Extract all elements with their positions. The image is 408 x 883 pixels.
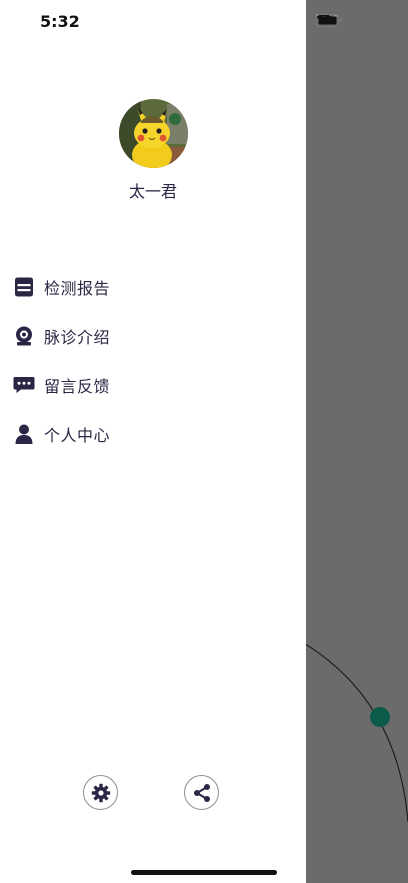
arc-dot xyxy=(370,707,390,727)
menu-item-label: 留言反馈 xyxy=(44,376,111,396)
home-indicator[interactable] xyxy=(131,870,277,875)
drawer-menu: 检测报告 脉诊介绍 留言反馈 个人中心 xyxy=(13,272,110,468)
menu-item-label: 脉诊介绍 xyxy=(44,327,111,347)
settings-icon xyxy=(91,783,110,802)
share-icon xyxy=(193,783,210,802)
menu-item-label: 个人中心 xyxy=(44,425,111,445)
background-arc-graphic xyxy=(306,643,408,823)
status-bar-right xyxy=(316,14,342,27)
username: 太一君 xyxy=(128,182,177,201)
side-drawer: 5:32 太一君 检测报告 脉诊介绍 留言反馈 个人中心 xyxy=(0,0,306,883)
avatar[interactable] xyxy=(119,99,188,168)
drawer-backdrop[interactable] xyxy=(306,0,408,883)
status-time: 5:32 xyxy=(40,12,80,31)
menu-item-profile[interactable]: 个人中心 xyxy=(13,419,110,448)
app-screen: 5:32 太一君 检测报告 脉诊介绍 留言反馈 个人中心 xyxy=(0,0,408,883)
user-icon xyxy=(13,423,35,445)
menu-item-pulse-intro[interactable]: 脉诊介绍 xyxy=(13,321,110,350)
settings-button[interactable] xyxy=(83,775,118,810)
menu-item-label: 检测报告 xyxy=(44,278,111,298)
message-icon xyxy=(13,374,35,396)
menu-item-feedback[interactable]: 留言反馈 xyxy=(13,370,110,399)
webcam-icon xyxy=(13,325,35,347)
report-icon xyxy=(13,276,35,298)
battery-icon xyxy=(316,14,342,27)
menu-item-report[interactable]: 检测报告 xyxy=(13,272,110,301)
pikachu-avatar-icon xyxy=(119,99,188,168)
share-button[interactable] xyxy=(184,775,219,810)
